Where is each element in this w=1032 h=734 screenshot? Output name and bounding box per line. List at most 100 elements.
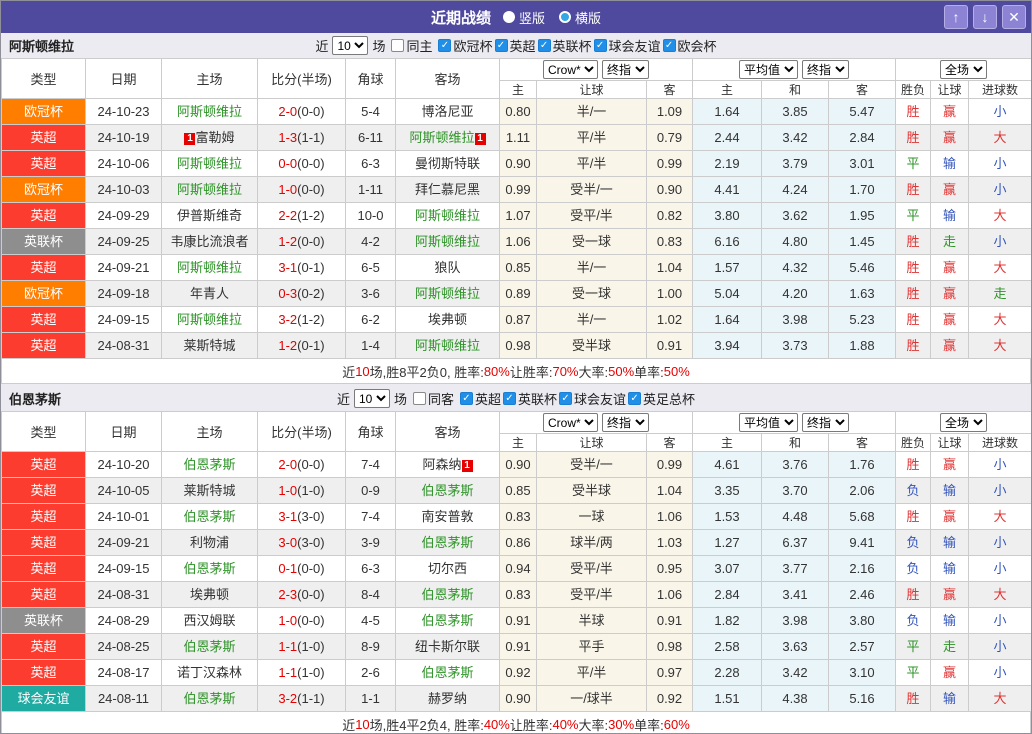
- score-cell: 1-0(1-0): [257, 477, 346, 504]
- avg-draw-odds: 3.63: [761, 633, 829, 660]
- odds-time-select[interactable]: 终指: [602, 413, 649, 432]
- avg-home-odds: 2.44: [692, 124, 762, 151]
- away-team-cell: 阿斯顿维拉: [395, 228, 500, 255]
- league-type-badge: 英超: [1, 633, 86, 660]
- league-filter[interactable]: ✓ 英超: [459, 389, 501, 408]
- col-away: 客场: [395, 411, 500, 452]
- handicap-group-header: Crow* 终指: [499, 58, 693, 81]
- avg-source-select[interactable]: 平均值: [739, 413, 798, 432]
- match-row: 英联杯 24-09-25 韦康比流浪者 1-2(0-0) 4-2 阿斯顿维拉 1.06 受一球…: [1, 228, 1031, 255]
- col-date: 日期: [85, 58, 162, 99]
- league-checkbox[interactable]: ✓: [494, 39, 508, 52]
- same-side-filter[interactable]: 同客: [412, 389, 454, 408]
- scroll-up-button[interactable]: ↑: [944, 5, 968, 29]
- avg-time-select[interactable]: 终指: [802, 60, 849, 79]
- date-cell: 24-09-18: [85, 280, 162, 307]
- avg-time-select[interactable]: 终指: [802, 413, 849, 432]
- handicap-away-odds: 0.97: [646, 659, 693, 686]
- league-checkbox[interactable]: ✓: [438, 39, 452, 52]
- league-filter[interactable]: ✓ 英足总杯: [628, 389, 695, 408]
- handicap-away-odds: 0.82: [646, 202, 693, 229]
- league-checkbox[interactable]: ✓: [503, 392, 516, 405]
- recent-count-select[interactable]: 10: [332, 36, 369, 55]
- home-team-cell: 韦康比流浪者: [161, 228, 258, 255]
- handicap-home-odds: 0.89: [499, 280, 537, 307]
- handicap-line: 受平/半: [536, 581, 647, 608]
- avg-away-odds: 1.63: [827, 280, 897, 307]
- league-checkbox[interactable]: ✓: [537, 39, 551, 52]
- avg-draw-odds: 3.77: [761, 555, 829, 582]
- scope-select[interactable]: 全场: [940, 413, 988, 432]
- league-checkbox[interactable]: ✓: [593, 39, 607, 52]
- handicap-home-odds: 0.91: [499, 607, 537, 634]
- scope-select[interactable]: 全场: [940, 60, 988, 79]
- handicap-result-cell: 赢: [930, 332, 970, 359]
- league-checkbox[interactable]: ✓: [662, 39, 676, 52]
- goals-result-cell: 小: [968, 98, 1031, 125]
- league-checkbox[interactable]: ✓: [559, 392, 573, 405]
- avg-draw-odds: 3.42: [761, 124, 829, 151]
- corner-cell: 7-4: [345, 451, 396, 478]
- avg-away-odds: 3.10: [827, 659, 897, 686]
- date-cell: 24-10-23: [85, 98, 162, 125]
- odds-company-select[interactable]: Crow*: [543, 60, 598, 79]
- same-side-checkbox[interactable]: [412, 392, 426, 405]
- league-filter[interactable]: ✓ 英超: [494, 36, 536, 55]
- handicap-away-odds: 1.04: [646, 254, 693, 281]
- handicap-line: 受平/半: [536, 555, 647, 582]
- close-button[interactable]: ✕: [1002, 5, 1026, 29]
- radio-horizontal-layout[interactable]: 横版: [559, 8, 601, 27]
- league-filter[interactable]: ✓ 英联杯: [537, 36, 592, 55]
- date-cell: 24-08-11: [85, 685, 162, 712]
- summary-segment: 10: [355, 716, 370, 732]
- scope-group-header: 全场: [895, 58, 1031, 81]
- col-score: 比分(半场): [257, 58, 346, 99]
- score-cell: 0-0(0-0): [257, 150, 346, 177]
- odds-time-select[interactable]: 终指: [602, 60, 649, 79]
- avg-source-select[interactable]: 平均值: [739, 60, 798, 79]
- league-filter[interactable]: ✓ 欧会杯: [662, 36, 717, 55]
- radio-vertical-label: 竖版: [518, 10, 545, 26]
- odds-company-select[interactable]: Crow*: [543, 413, 598, 432]
- summary-segment: 60%: [663, 716, 690, 732]
- col-handicap-result: 让球: [930, 433, 970, 452]
- league-checkbox[interactable]: ✓: [628, 392, 642, 405]
- same-side-checkbox[interactable]: [391, 39, 405, 52]
- radio-unselected-icon[interactable]: [559, 11, 571, 23]
- scroll-down-button[interactable]: ↓: [973, 5, 997, 29]
- match-row: 英超 24-10-19 1 富勒姆 1-3(1-1) 6-11 阿斯顿维拉 1 1.11 平/半 0…: [1, 124, 1031, 151]
- league-type-badge: 欧冠杯: [1, 98, 86, 125]
- radio-vertical-layout[interactable]: 竖版: [502, 8, 545, 27]
- recent-count-select[interactable]: 10: [353, 389, 390, 408]
- team-name: 阿斯顿维拉: [9, 39, 75, 54]
- corner-cell: 6-3: [345, 555, 396, 582]
- goals-result-cell: 大: [968, 306, 1031, 333]
- match-row: 英超 24-08-31 莱斯特城 1-2(0-1) 1-4 阿斯顿维拉 0.98 受半球 0.9…: [1, 332, 1031, 359]
- league-filter[interactable]: ✓ 球会友谊: [559, 389, 626, 408]
- league-filter[interactable]: ✓ 欧冠杯: [438, 36, 493, 55]
- league-checkbox[interactable]: ✓: [459, 392, 473, 405]
- filter-controls: 近 10 场 同客 ✓ 英超 ✓ 英联杯 ✓ 球会友谊 ✓ 英足总杯: [337, 389, 695, 408]
- score-cell: 2-0(0-0): [257, 451, 346, 478]
- handicap-home-odds: 1.07: [499, 202, 537, 229]
- handicap-home-odds: 0.85: [499, 254, 537, 281]
- league-type-badge: 英超: [1, 529, 86, 556]
- league-filter[interactable]: ✓ 英联杯: [503, 389, 557, 408]
- handicap-result-cell: 赢: [930, 306, 970, 333]
- same-side-filter[interactable]: 同主: [391, 36, 432, 55]
- handicap-result-cell: 输: [930, 477, 970, 504]
- away-team-cell: 曼彻斯特联: [395, 150, 500, 177]
- result-cell: 胜: [895, 176, 932, 203]
- handicap-home-odds: 0.90: [499, 451, 537, 478]
- league-type-badge: 英超: [1, 332, 86, 359]
- league-filter[interactable]: ✓ 球会友谊: [593, 36, 661, 55]
- league-type-badge: 英超: [1, 254, 86, 281]
- col-away: 客场: [395, 58, 500, 99]
- goals-result-cell: 小: [968, 659, 1031, 686]
- match-row: 欧冠杯 24-10-23 阿斯顿维拉 2-0(0-0) 5-4 博洛尼亚 0.80 半/一 1.…: [1, 98, 1031, 125]
- handicap-line: 受一球: [536, 280, 647, 307]
- titlebar: 近期战绩 竖版 横版 ↑ ↓ ✕: [1, 1, 1031, 33]
- radio-selected-icon[interactable]: [502, 11, 515, 23]
- handicap-line: 受平/半: [536, 202, 647, 229]
- corner-cell: 6-11: [345, 124, 396, 151]
